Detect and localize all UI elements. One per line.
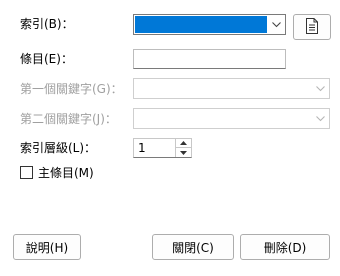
main-entry-label: 主條目(M) bbox=[38, 165, 94, 180]
spin-up-icon[interactable] bbox=[176, 139, 191, 148]
chevron-down-icon[interactable] bbox=[267, 15, 285, 34]
spinner-buttons bbox=[175, 139, 191, 157]
checkbox-box[interactable] bbox=[20, 165, 33, 179]
delete-button[interactable]: 刪除(D) bbox=[240, 234, 330, 260]
level-label: 索引層級(L)： bbox=[20, 141, 97, 155]
chevron-down-icon bbox=[311, 79, 329, 98]
key1-combobox[interactable] bbox=[133, 78, 330, 99]
chevron-down-icon bbox=[311, 109, 329, 128]
close-button[interactable]: 關閉(C) bbox=[152, 234, 234, 260]
level-value[interactable]: 1 bbox=[138, 139, 146, 157]
level-spinner[interactable]: 1 bbox=[133, 138, 192, 158]
key1-label: 第一個關鍵字(G)： bbox=[20, 82, 123, 96]
index-selection bbox=[135, 16, 267, 33]
spin-down-icon[interactable] bbox=[176, 148, 191, 157]
index-combobox[interactable] bbox=[133, 14, 286, 35]
key2-label: 第二個關鍵字(J)： bbox=[20, 112, 117, 126]
main-entry-checkbox[interactable]: 主條目(M) bbox=[20, 163, 94, 181]
new-index-button[interactable] bbox=[293, 14, 331, 40]
entry-label: 條目(E)： bbox=[20, 52, 73, 66]
key2-combobox[interactable] bbox=[133, 108, 330, 129]
document-list-icon bbox=[305, 17, 319, 37]
help-button[interactable]: 說明(H) bbox=[13, 234, 81, 260]
entry-input[interactable] bbox=[133, 49, 286, 69]
index-label: 索引(B)： bbox=[20, 17, 74, 31]
